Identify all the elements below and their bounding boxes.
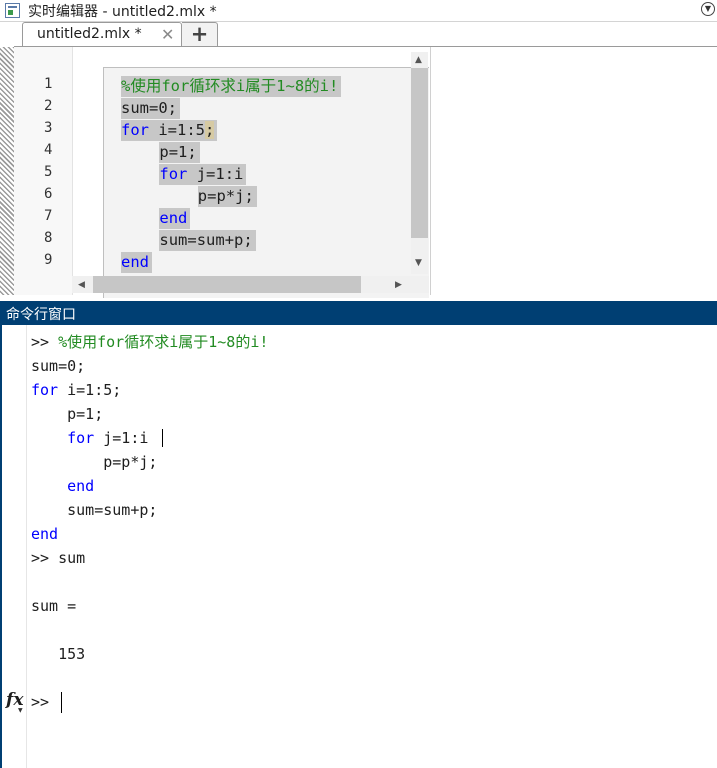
line-number: 4 bbox=[44, 142, 53, 158]
scroll-left-icon[interactable]: ◀ bbox=[78, 280, 85, 290]
command-line: sum=sum+p; bbox=[31, 500, 157, 520]
code-token: p=1; bbox=[159, 143, 197, 161]
line-number: 5 bbox=[44, 164, 53, 180]
close-tab-icon[interactable]: ✕ bbox=[161, 26, 174, 44]
command-window-title: 命令行窗口 bbox=[6, 307, 76, 323]
tab-label: untitled2.mlx * bbox=[37, 26, 142, 42]
comment-token: %使用for循环求i属于1~8的i! bbox=[121, 77, 339, 95]
command-line: end bbox=[31, 524, 58, 544]
text-cursor bbox=[162, 429, 163, 447]
command-line: >> %使用for循环求i属于1~8的i! bbox=[31, 332, 268, 352]
vertical-scroll-thumb[interactable] bbox=[411, 68, 428, 238]
line-number: 2 bbox=[44, 98, 53, 114]
output-text: i=1:5; bbox=[58, 381, 122, 399]
keyword-token: for bbox=[159, 165, 188, 183]
code-token: sum=sum+p; bbox=[159, 231, 253, 249]
code-line[interactable]: sum=0; bbox=[121, 98, 180, 119]
command-line: sum = bbox=[31, 596, 76, 616]
code-line[interactable]: for i=1:5; bbox=[121, 120, 218, 141]
scroll-up-icon[interactable]: ▲ bbox=[415, 55, 422, 65]
command-line: p=1; bbox=[31, 404, 103, 424]
output-text: sum = bbox=[31, 597, 77, 615]
scroll-right-icon[interactable]: ▶ bbox=[395, 280, 402, 290]
command-window-header: 命令行窗口 bbox=[0, 301, 717, 325]
keyword-token: end bbox=[121, 253, 149, 271]
gutter-divider bbox=[72, 47, 73, 295]
fx-dropdown-icon[interactable]: ▼ bbox=[18, 707, 23, 714]
command-line: >> bbox=[31, 692, 58, 712]
output-text: >> sum bbox=[31, 549, 86, 567]
command-line: for i=1:5; bbox=[31, 380, 121, 400]
command-line: sum=0; bbox=[31, 356, 85, 376]
output-text: >> bbox=[31, 333, 59, 351]
line-number: 9 bbox=[44, 252, 53, 268]
keyword-token: for bbox=[67, 429, 95, 447]
code-token: i=1:5 bbox=[149, 121, 205, 139]
output-text: sum=sum+p; bbox=[31, 501, 158, 519]
keyword-token: end bbox=[159, 209, 188, 227]
code-line[interactable]: p=p*j; bbox=[197, 186, 257, 207]
command-line: p=p*j; bbox=[31, 452, 157, 472]
keyword-token: for bbox=[121, 121, 149, 139]
output-text: 153 bbox=[31, 645, 86, 663]
line-number: 7 bbox=[44, 208, 53, 224]
horizontal-scroll-thumb[interactable] bbox=[93, 276, 361, 293]
code-token: sum=0; bbox=[121, 99, 177, 117]
line-number: 1 bbox=[44, 76, 53, 92]
line-number: 3 bbox=[44, 120, 53, 136]
code-token: p=p*j; bbox=[197, 187, 254, 205]
command-line: for j=1:i bbox=[31, 428, 148, 448]
line-number: 6 bbox=[44, 186, 53, 202]
output-pane-divider bbox=[430, 47, 431, 295]
title-bar: 实时编辑器 - untitled2.mlx * ▼ bbox=[0, 0, 717, 22]
keyword-token: end bbox=[31, 525, 59, 543]
output-text: p=p*j; bbox=[31, 453, 158, 471]
prompt-cursor[interactable] bbox=[61, 692, 62, 713]
code-line[interactable]: end bbox=[159, 208, 191, 229]
scroll-down-icon[interactable]: ▼ bbox=[415, 258, 422, 268]
window-menu-icon[interactable]: ▼ bbox=[701, 2, 715, 16]
code-token: j=1:i bbox=[187, 165, 244, 183]
tab-untitled2[interactable]: untitled2.mlx * ✕ bbox=[22, 22, 182, 47]
window-title: 实时编辑器 - untitled2.mlx * bbox=[28, 4, 217, 20]
line-number-gutter: 1 2 3 4 5 6 7 8 9 bbox=[14, 47, 72, 295]
code-line[interactable]: for j=1:i bbox=[159, 164, 247, 185]
tab-bar: untitled2.mlx * ✕ + bbox=[0, 22, 717, 47]
code-line[interactable]: end bbox=[121, 252, 152, 273]
output-text: j=1:i bbox=[94, 429, 149, 447]
output-text: sum=0; bbox=[31, 357, 86, 375]
code-line[interactable]: p=1; bbox=[159, 142, 200, 163]
code-line[interactable]: sum=sum+p; bbox=[159, 230, 256, 251]
keyword-token: for bbox=[31, 381, 59, 399]
code-line[interactable]: %使用for循环求i属于1~8的i! bbox=[121, 76, 342, 97]
output-text: p=1; bbox=[31, 405, 104, 423]
line-number: 8 bbox=[44, 230, 53, 246]
command-line: end bbox=[31, 476, 94, 496]
output-text: >> bbox=[31, 693, 59, 711]
command-line: 153 bbox=[31, 644, 85, 664]
live-editor-pane[interactable]: 1 2 3 4 5 6 7 8 9 ▲ ▼ ◀ ▶ %使用for循环求i属于1~8的i! sum=… bbox=[0, 47, 717, 299]
add-tab-button[interactable]: + bbox=[182, 22, 218, 47]
editor-hatch-strip bbox=[0, 47, 14, 295]
command-line: >> sum bbox=[31, 548, 85, 568]
comment-token: %使用for循环求i属于1~8的i! bbox=[58, 333, 269, 351]
code-token: ; bbox=[205, 121, 215, 139]
keyword-token: end bbox=[67, 477, 95, 495]
live-editor-icon bbox=[5, 3, 20, 18]
